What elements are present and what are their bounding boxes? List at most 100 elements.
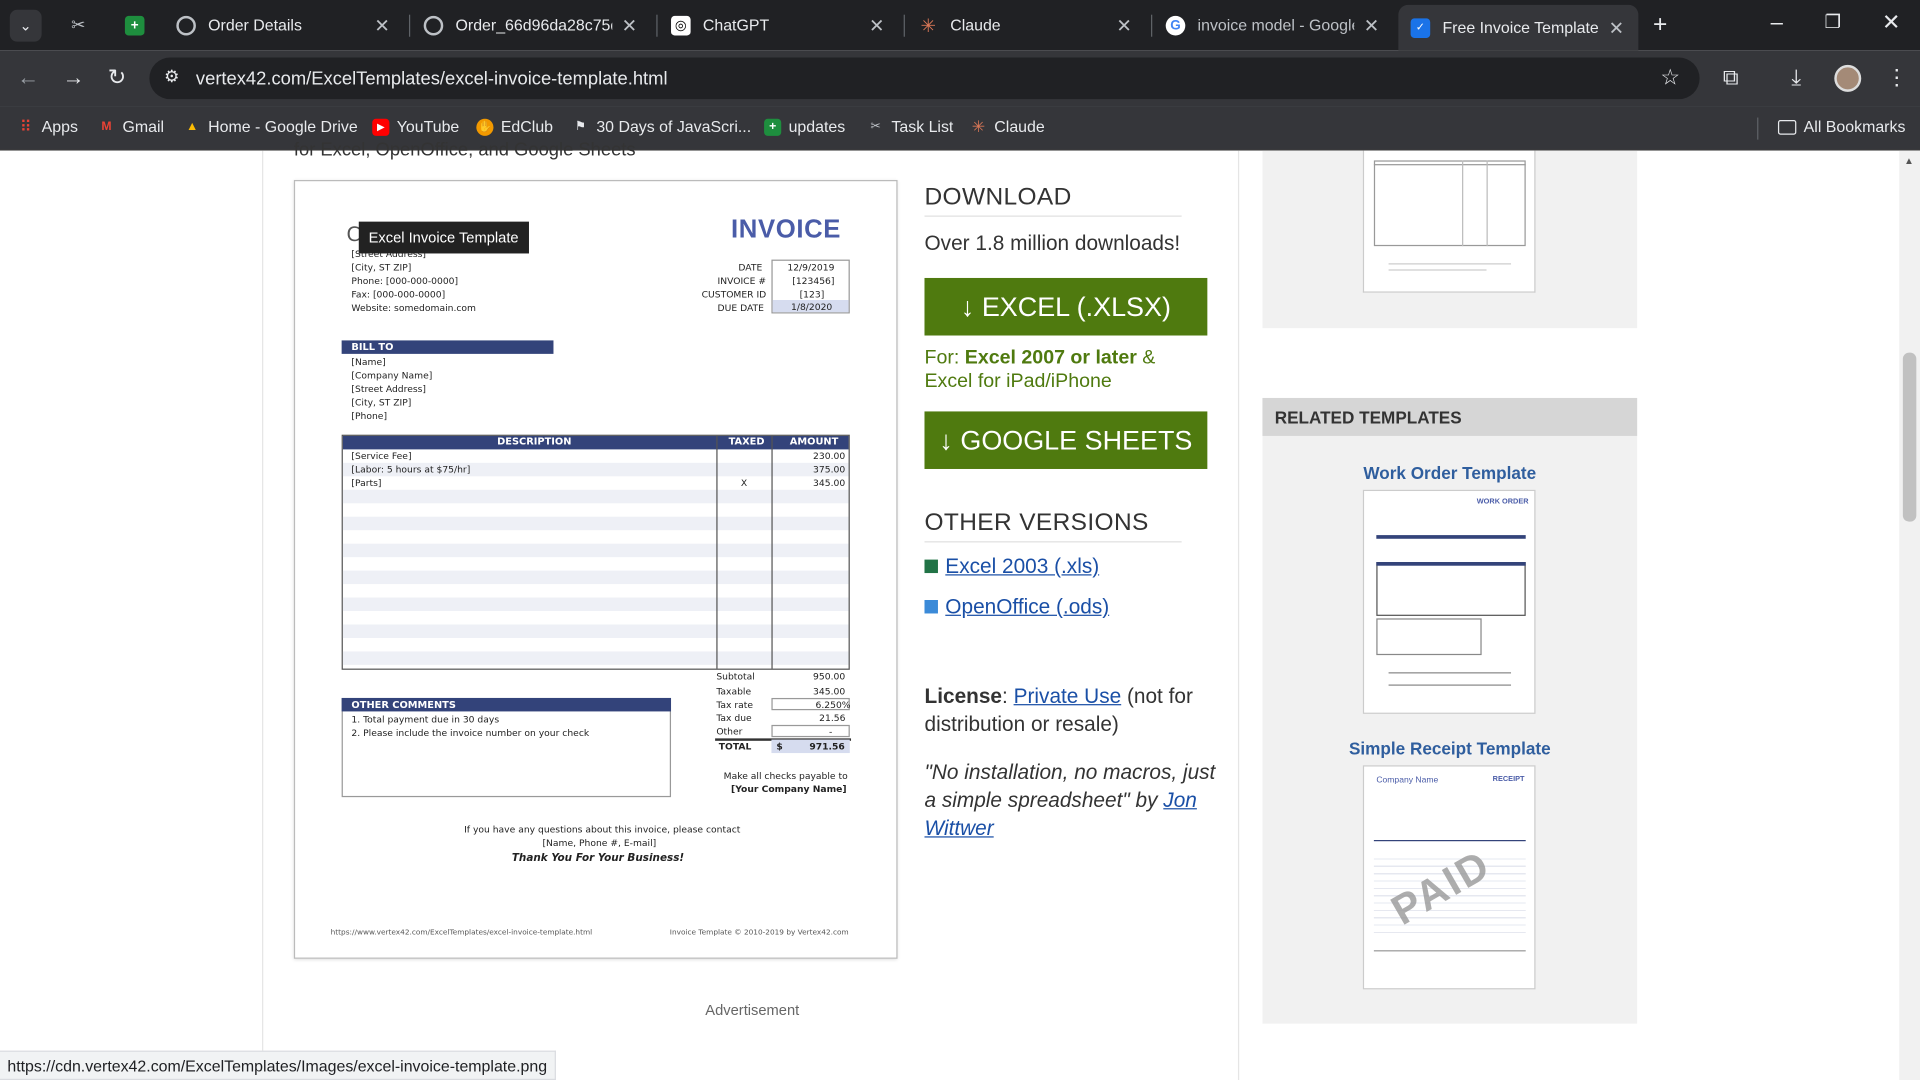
- all-bookmarks[interactable]: All Bookmarks: [1777, 117, 1906, 136]
- tab-2[interactable]: Order Details ✕: [164, 5, 404, 45]
- totals-label: Subtotal: [716, 671, 755, 683]
- advertisement-label: Advertisement: [705, 1001, 800, 1019]
- thanks-line: Thank You For Your Business!: [511, 852, 685, 865]
- status-bar-url: https://cdn.vertex42.com/ExcelTemplates/…: [0, 1050, 556, 1080]
- new-tab-icon[interactable]: +: [1653, 11, 1667, 39]
- work-order-thumbnail[interactable]: WORK ORDER: [1362, 489, 1536, 714]
- bill-to-line: [Company Name]: [351, 369, 433, 381]
- page-scrollbar[interactable]: ▲: [1899, 150, 1920, 1080]
- quote-text: "No installation, no macros, just a simp…: [924, 758, 1218, 842]
- scissors-icon: ✂: [870, 120, 881, 134]
- bookmark-edclub[interactable]: ✋ EdClub: [476, 118, 553, 136]
- totals-label: Tax due: [716, 712, 752, 724]
- bookmark-tasklist[interactable]: ✂ Task List: [867, 118, 953, 136]
- close-icon[interactable]: ✕: [620, 14, 640, 36]
- ods-square-icon: [924, 600, 938, 614]
- tab-title: ChatGPT: [702, 15, 770, 35]
- for-bold: Excel 2007 or later: [964, 347, 1137, 369]
- close-icon[interactable]: ✕: [867, 14, 887, 36]
- author-link-surname[interactable]: Wittwer: [924, 817, 993, 840]
- close-icon[interactable]: ✕: [1607, 17, 1627, 39]
- quote-line1: "No installation, no macros, just: [924, 760, 1216, 784]
- download-excel-button[interactable]: ↓ EXCEL (.XLSX): [924, 277, 1208, 336]
- author-link[interactable]: Jon: [1163, 789, 1197, 812]
- bookmark-updates[interactable]: + updates: [764, 118, 845, 136]
- company-line: Phone: [000-000-0000]: [351, 275, 459, 287]
- meta-label: CUSTOMER ID: [701, 288, 767, 301]
- currency-symbol: $: [776, 740, 783, 752]
- bookmark-claude[interactable]: ✳ Claude: [970, 116, 1045, 136]
- address-bar[interactable]: ⚙ vertex42.com/ExcelTemplates/excel-invo…: [149, 57, 1700, 100]
- avatar[interactable]: [1834, 64, 1862, 92]
- item-amount: 230.00: [813, 450, 846, 462]
- meta-label: INVOICE #: [717, 275, 767, 287]
- private-use-link[interactable]: Private Use: [1014, 684, 1122, 707]
- tab-7-active[interactable]: ✓ Free Invoice Template fo ✕: [1398, 4, 1639, 51]
- tab-6[interactable]: G invoice model - Google ✕: [1153, 5, 1393, 45]
- invoice-preview-image[interactable]: C INVOICE [Street Address] [City, ST ZIP…: [293, 180, 898, 959]
- totals-label-total: TOTAL: [718, 740, 752, 752]
- bookmark-30days[interactable]: ⚑ 30 Days of JavaScri...: [572, 118, 751, 136]
- for-amp: &: [1136, 347, 1156, 369]
- edclub-icon: ✋: [476, 118, 494, 136]
- item-amount: 345.00: [813, 477, 846, 489]
- bookmark-gmail[interactable]: M Gmail: [98, 118, 164, 136]
- tab-0[interactable]: ✂: [56, 5, 105, 45]
- tab-4[interactable]: ◎ ChatGPT ✕: [659, 5, 899, 45]
- tab-1[interactable]: +: [113, 5, 162, 45]
- forward-icon[interactable]: →: [62, 65, 84, 91]
- close-icon[interactable]: ✕: [372, 14, 392, 36]
- totals-value: 950.00: [813, 671, 846, 683]
- menu-icon[interactable]: ⋮: [1886, 65, 1908, 91]
- bookmark-drive[interactable]: ▲ Home - Google Drive: [184, 118, 358, 136]
- extensions-icon[interactable]: ⧉: [1723, 65, 1739, 91]
- google-sheets-button[interactable]: ↓ GOOGLE SHEETS: [924, 411, 1208, 469]
- template-thumbnail[interactable]: [1362, 150, 1536, 293]
- sheets-icon: +: [124, 15, 145, 35]
- bookmark-label: Gmail: [122, 117, 165, 136]
- download-count: Over 1.8 million downloads!: [924, 231, 1181, 255]
- license-rest2: distribution or resale): [924, 712, 1119, 736]
- site-info-icon[interactable]: ⚙: [164, 66, 179, 87]
- totals-value: 345.00: [813, 685, 846, 697]
- minimize-icon[interactable]: –: [1771, 10, 1783, 36]
- scrollbar-thumb[interactable]: [1902, 352, 1917, 522]
- simple-receipt-template-link[interactable]: Simple Receipt Template: [1262, 738, 1637, 758]
- receipt-thumbnail[interactable]: Company Name RECEIPT PAID: [1362, 765, 1536, 990]
- bookmark-youtube[interactable]: ▶ YouTube: [372, 118, 459, 136]
- claude-icon: ✳: [971, 116, 986, 136]
- bookmark-label: 30 Days of JavaScri...: [596, 117, 752, 136]
- contact-details: [Name, Phone #, E-mail]: [542, 837, 657, 849]
- bookmark-star-icon[interactable]: ☆: [1660, 65, 1680, 91]
- close-window-icon[interactable]: ✕: [1882, 10, 1900, 36]
- bill-to-line: [City, ST ZIP]: [351, 396, 412, 408]
- reload-icon[interactable]: ↻: [108, 65, 126, 91]
- tab-title: Order Details: [208, 15, 302, 35]
- openoffice-link[interactable]: OpenOffice (.ods): [945, 595, 1109, 619]
- comments-box: [341, 697, 672, 798]
- excel-2003-link[interactable]: Excel 2003 (.xls): [945, 555, 1099, 579]
- download-icon[interactable]: ⤓: [1791, 65, 1801, 91]
- all-bookmarks-label: All Bookmarks: [1803, 117, 1906, 136]
- bill-to-line: [Street Address]: [351, 383, 427, 395]
- col-description: DESCRIPTION: [497, 435, 572, 447]
- tab-3[interactable]: Order_66d96da28c75df ✕: [411, 5, 651, 45]
- sidebar-thumb-card: [1262, 150, 1638, 329]
- tab-5[interactable]: ✳ Claude ✕: [906, 5, 1146, 45]
- tab-search-icon[interactable]: ⌄: [9, 9, 42, 42]
- item-desc: [Parts]: [351, 477, 382, 489]
- related-templates-panel: RELATED TEMPLATES Work Order Template WO…: [1262, 397, 1638, 1024]
- bill-to-line: [Phone]: [351, 410, 388, 422]
- restore-icon[interactable]: ❐: [1824, 11, 1840, 33]
- globe-icon: [176, 15, 196, 35]
- web-page: for Excel, OpenOffice, and Google Sheets…: [0, 140, 1920, 1080]
- work-order-template-link[interactable]: Work Order Template: [1262, 463, 1637, 483]
- close-icon[interactable]: ✕: [1362, 14, 1382, 36]
- bookmark-apps[interactable]: ⠿ Apps: [17, 117, 78, 136]
- bookmarks-divider: [1757, 117, 1759, 140]
- payable-line: Make all checks payable to: [723, 770, 848, 782]
- address-url[interactable]: vertex42.com/ExcelTemplates/excel-invoic…: [196, 69, 668, 90]
- close-icon[interactable]: ✕: [1114, 14, 1134, 36]
- back-icon[interactable]: ←: [17, 65, 39, 91]
- scroll-up-arrow-icon[interactable]: ▲: [1904, 156, 1914, 167]
